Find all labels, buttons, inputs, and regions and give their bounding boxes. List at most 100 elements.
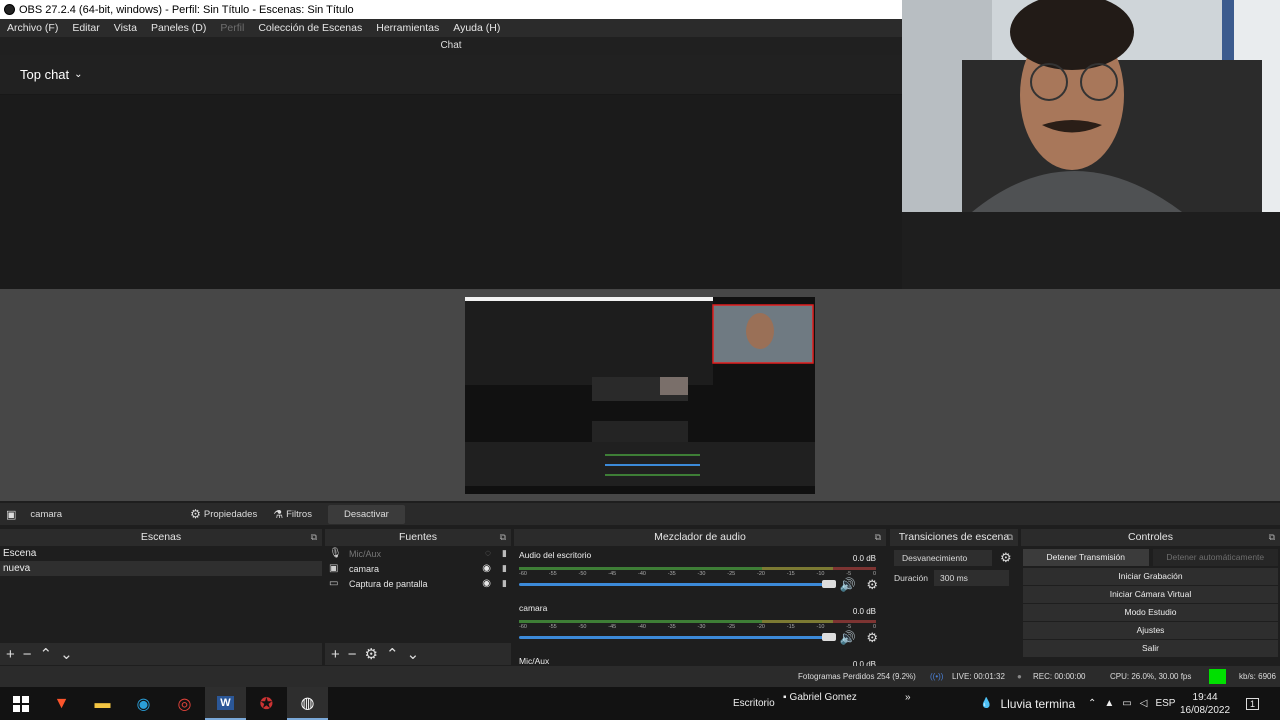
move-up-icon[interactable]: ⌃ <box>386 645 399 663</box>
chat-mode-label: Top chat <box>20 67 70 82</box>
edge-icon[interactable]: ◉ <box>123 687 164 720</box>
windows-start-icon[interactable] <box>0 687 41 720</box>
add-icon[interactable]: + <box>331 646 340 663</box>
menu-herramientas[interactable]: Herramientas <box>369 22 446 34</box>
eye-icon[interactable]: ◉ <box>482 578 491 589</box>
mixer-channel: Audio del escritorio 0.0 dB -60 -55 -50 -45… <box>514 550 886 599</box>
speaker-icon[interactable]: 🔊 <box>840 577 856 593</box>
weather-label: Lluvia termina <box>1000 696 1076 711</box>
chat-mode-selector[interactable]: Top chat ⌄ <box>0 55 902 95</box>
gear-icon[interactable]: ⚙ <box>866 577 878 593</box>
rec-time: REC: 00:00:00 <box>1033 672 1086 681</box>
weather-icon: 💧 <box>980 698 993 709</box>
chevron-right-icon[interactable]: » <box>905 681 911 714</box>
meter-ticks: -60 -55 -50 -45 -40 -35 -30 -25 -20 -15 -10 -5 0 <box>519 624 876 630</box>
stream-row: Detener Transmisión Detener automáticame… <box>1021 548 1280 567</box>
undock-icon[interactable]: ⧉ <box>1269 529 1275 546</box>
desktop-toolbar[interactable]: Escritorio <box>733 687 775 720</box>
menu-editar[interactable]: Editar <box>65 22 106 34</box>
deactivate-button[interactable]: Desactivar <box>327 504 405 524</box>
file-explorer-icon[interactable]: ▬ <box>82 687 123 720</box>
volume-slider[interactable] <box>519 580 836 588</box>
gear-icon[interactable]: ⚙ <box>866 630 878 646</box>
exit-button[interactable]: Salir <box>1023 640 1278 657</box>
add-icon[interactable]: + <box>6 646 15 663</box>
camera-icon: ▣ <box>329 563 339 574</box>
dropped-frames: Fotogramas Perdidos 254 (9.2%) <box>798 672 916 681</box>
studio-mode-button[interactable]: Modo Estudio <box>1023 604 1278 621</box>
preview-area[interactable] <box>0 289 1280 501</box>
scene-item[interactable]: Escena <box>0 546 322 561</box>
slider-handle[interactable] <box>822 580 836 588</box>
source-item[interactable]: ▣ camara ◉ ▮ <box>325 561 511 576</box>
duration-input[interactable]: 300 ms <box>934 570 1010 586</box>
gear-icon[interactable]: ⚙ <box>1000 550 1012 566</box>
word-icon[interactable]: W <box>205 687 246 720</box>
gear-icon: ⚙ <box>190 507 201 521</box>
undock-icon[interactable]: ⧉ <box>311 529 317 546</box>
lock-icon[interactable]: ▮ <box>502 563 507 574</box>
menu-ayuda[interactable]: Ayuda (H) <box>446 22 507 34</box>
language-indicator[interactable]: ESP <box>1155 698 1175 709</box>
lock-icon[interactable]: ▮ <box>502 578 507 589</box>
stop-stream-button[interactable]: Detener Transmisión <box>1023 549 1149 566</box>
scenes-footer: + − ⌃ ⌄ <box>0 643 322 665</box>
eye-hidden-icon[interactable]: ◌ <box>485 548 491 559</box>
app-icon[interactable]: ✪ <box>246 687 287 720</box>
webcam-overlay <box>902 0 1280 212</box>
settings-button[interactable]: Ajustes <box>1023 622 1278 639</box>
menu-coleccion-escenas[interactable]: Colección de Escenas <box>251 22 369 34</box>
scene-item[interactable]: nueva <box>0 561 322 576</box>
stream-health-indicator <box>1209 669 1226 684</box>
menu-paneles[interactable]: Paneles (D) <box>144 22 213 34</box>
remove-icon[interactable]: − <box>23 646 32 663</box>
undock-icon[interactable]: ⧉ <box>875 529 881 546</box>
undock-icon[interactable]: ⧉ <box>1007 529 1013 546</box>
move-up-icon[interactable]: ⌃ <box>40 645 53 663</box>
volume-meter <box>519 620 876 623</box>
chevron-up-icon[interactable]: ⌃ <box>1088 698 1096 709</box>
broadcast-icon: ((•)) <box>930 672 944 681</box>
source-item[interactable]: ▭ Captura de pantalla ◉ ▮ <box>325 576 511 591</box>
webcam-image <box>902 0 1280 212</box>
sources-list: 🎙 Mic/Aux ◌ ▮ ▣ camara ◉ ▮ ▭ Captura de pantall… <box>325 546 511 643</box>
start-recording-button[interactable]: Iniciar Grabación <box>1023 568 1278 585</box>
volume-slider[interactable] <box>519 633 836 641</box>
obs-taskbar-icon[interactable]: ◍ <box>287 687 328 720</box>
mixer-header: Mezclador de audio ⧉ <box>514 529 886 546</box>
preview-canvas[interactable] <box>465 297 815 494</box>
chevron-down-icon: ⌄ <box>74 69 83 80</box>
brave-icon[interactable]: ▼ <box>41 687 82 720</box>
remove-icon[interactable]: − <box>348 646 357 663</box>
weather-widget[interactable]: 💧 Lluvia termina <box>980 687 1075 720</box>
menu-archivo[interactable]: Archivo (F) <box>0 22 65 34</box>
controls-dock: Controles ⧉ Detener Transmisión Detener a… <box>1021 529 1280 665</box>
move-down-icon[interactable]: ⌄ <box>60 645 73 663</box>
properties-button[interactable]: ⚙ Propiedades <box>182 504 265 524</box>
sources-dock: Fuentes ⧉ 🎙 Mic/Aux ◌ ▮ ▣ camara ◉ ▮ ▭ Captura d… <box>325 529 511 665</box>
slider-handle[interactable] <box>822 633 836 641</box>
controls-title: Controles <box>1128 531 1173 543</box>
start-virtual-camera-button[interactable]: Iniciar Cámara Virtual <box>1023 586 1278 603</box>
chrome-icon[interactable]: ◎ <box>164 687 205 720</box>
move-down-icon[interactable]: ⌄ <box>407 645 420 663</box>
source-item[interactable]: 🎙 Mic/Aux ◌ ▮ <box>325 546 511 561</box>
meter-ticks: -60 -55 -50 -45 -40 -35 -30 -25 -20 -15 -10 -5 0 <box>519 571 876 577</box>
mixer-title: Mezclador de audio <box>654 531 746 543</box>
undock-icon[interactable]: ⧉ <box>500 529 506 546</box>
transition-select[interactable]: Desvanecimiento <box>894 550 992 566</box>
battery-icon[interactable]: ▭ <box>1122 698 1131 709</box>
user-toolbar[interactable]: ▪ Gabriel Gomez <box>783 681 857 714</box>
speaker-icon[interactable]: 🔊 <box>840 630 856 646</box>
notifications-icon[interactable]: 1 <box>1246 687 1260 720</box>
eye-icon[interactable]: ◉ <box>482 563 491 574</box>
sources-header: Fuentes ⧉ <box>325 529 511 546</box>
volume-icon[interactable]: ◁ <box>1140 698 1148 709</box>
clock[interactable]: 19:44 16/08/2022 <box>1180 687 1230 720</box>
usb-icon[interactable]: ▲ <box>1104 698 1114 709</box>
gear-icon[interactable]: ⚙ <box>365 645 378 663</box>
filters-button[interactable]: ⚗ Filtros <box>265 505 320 524</box>
lock-icon[interactable]: ▮ <box>502 548 507 559</box>
scenes-header: Escenas ⧉ <box>0 529 322 546</box>
menu-vista[interactable]: Vista <box>107 22 144 34</box>
